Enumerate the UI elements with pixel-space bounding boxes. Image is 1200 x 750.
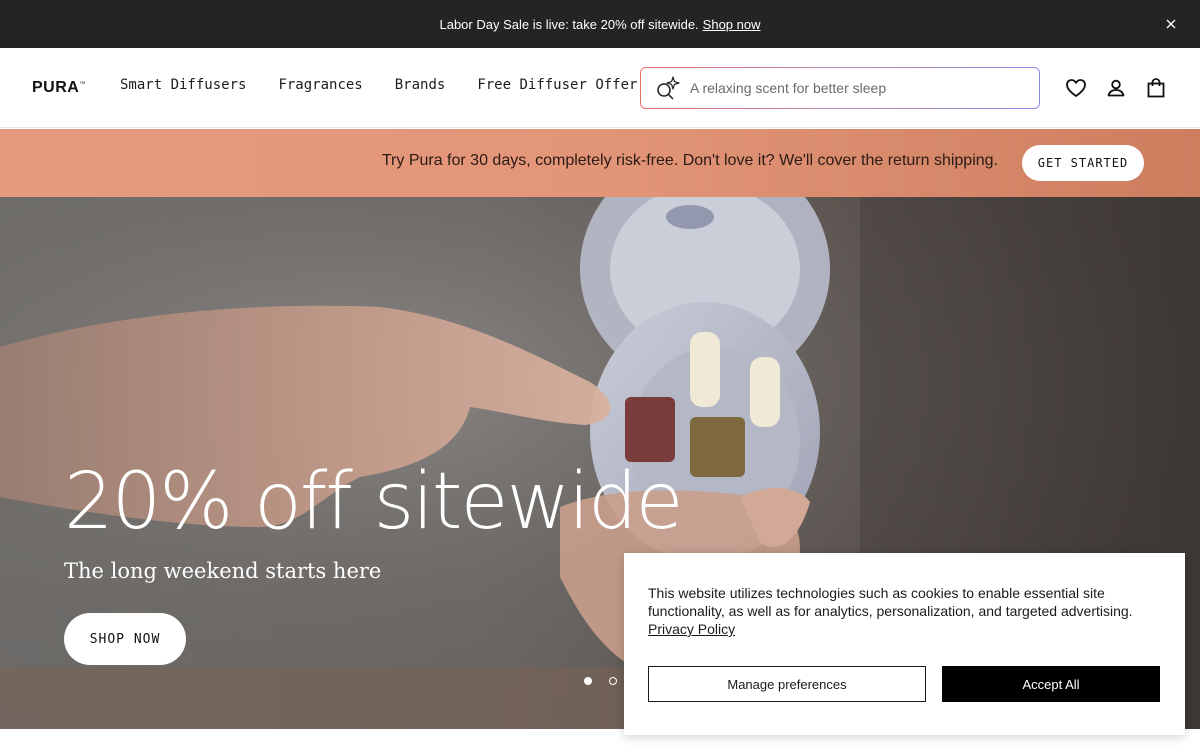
pura-logo[interactable]: PURA™ — [32, 79, 86, 97]
carousel-dots — [584, 677, 617, 685]
announcement-text: Labor Day Sale is live: take 20% off sit… — [439, 16, 699, 32]
get-started-button[interactable]: GET STARTED — [1022, 145, 1144, 181]
promo-text: Try Pura for 30 days, completely risk-fr… — [381, 152, 998, 169]
announcement-shop-link[interactable]: Shop now — [703, 17, 761, 32]
nav-fragrances[interactable]: Fragrances — [278, 77, 362, 93]
nav-smart-diffusers[interactable]: Smart Diffusers — [120, 77, 246, 93]
shop-now-button[interactable]: SHOP NOW — [64, 613, 186, 665]
carousel-dot-2[interactable] — [609, 677, 617, 685]
promo-banner: Try Pura for 30 days, completely risk-fr… — [0, 129, 1200, 197]
hero-headline: 20% off sitewide — [64, 457, 683, 547]
nav-brands[interactable]: Brands — [395, 77, 446, 93]
close-icon[interactable] — [1162, 15, 1180, 33]
search-placeholder: A relaxing scent for better sleep — [690, 80, 887, 96]
heart-icon[interactable] — [1065, 77, 1087, 99]
cookie-text: This website utilizes technologies such … — [648, 585, 1133, 619]
search-input[interactable]: A relaxing scent for better sleep — [640, 67, 1040, 109]
account-icon[interactable] — [1105, 77, 1127, 99]
main-nav: Smart Diffusers Fragrances Brands Free D… — [120, 77, 637, 93]
logo-trademark: ™ — [79, 81, 86, 88]
cookie-text-block: This website utilizes technologies such … — [648, 584, 1148, 638]
manage-preferences-button[interactable]: Manage preferences — [648, 666, 926, 702]
privacy-policy-link[interactable]: Privacy Policy — [648, 620, 1148, 638]
bag-icon[interactable] — [1145, 77, 1167, 99]
nav-free-diffuser-offer[interactable]: Free Diffuser Offer — [477, 77, 637, 93]
hero-subheadline: The long weekend starts here — [64, 559, 382, 583]
accept-all-button[interactable]: Accept All — [942, 666, 1160, 702]
cookie-banner: This website utilizes technologies such … — [624, 553, 1185, 735]
carousel-dot-1[interactable] — [584, 677, 592, 685]
ai-search-icon — [657, 76, 680, 100]
announcement-bar: Labor Day Sale is live: take 20% off sit… — [0, 0, 1200, 48]
logo-text: PURA — [32, 79, 80, 96]
site-header: PURA™ Smart Diffusers Fragrances Brands … — [0, 48, 1200, 128]
